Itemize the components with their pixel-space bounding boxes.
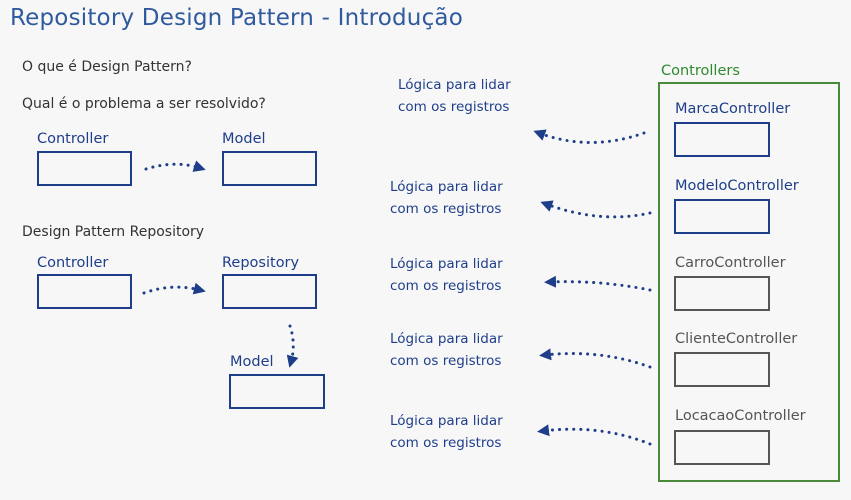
arrow-controller-to-repository — [142, 282, 206, 295]
arrow-marca-to-logic — [533, 129, 646, 144]
arrow-modelo-to-logic — [540, 200, 652, 219]
dotted-arrows — [142, 129, 652, 446]
arrow-repository-to-model — [286, 324, 299, 368]
arrow-controller-to-model — [144, 160, 206, 172]
arrow-cliente-to-logic — [539, 348, 652, 369]
arrow-carro-to-logic — [544, 275, 652, 292]
arrow-locacao-to-logic — [537, 424, 652, 446]
